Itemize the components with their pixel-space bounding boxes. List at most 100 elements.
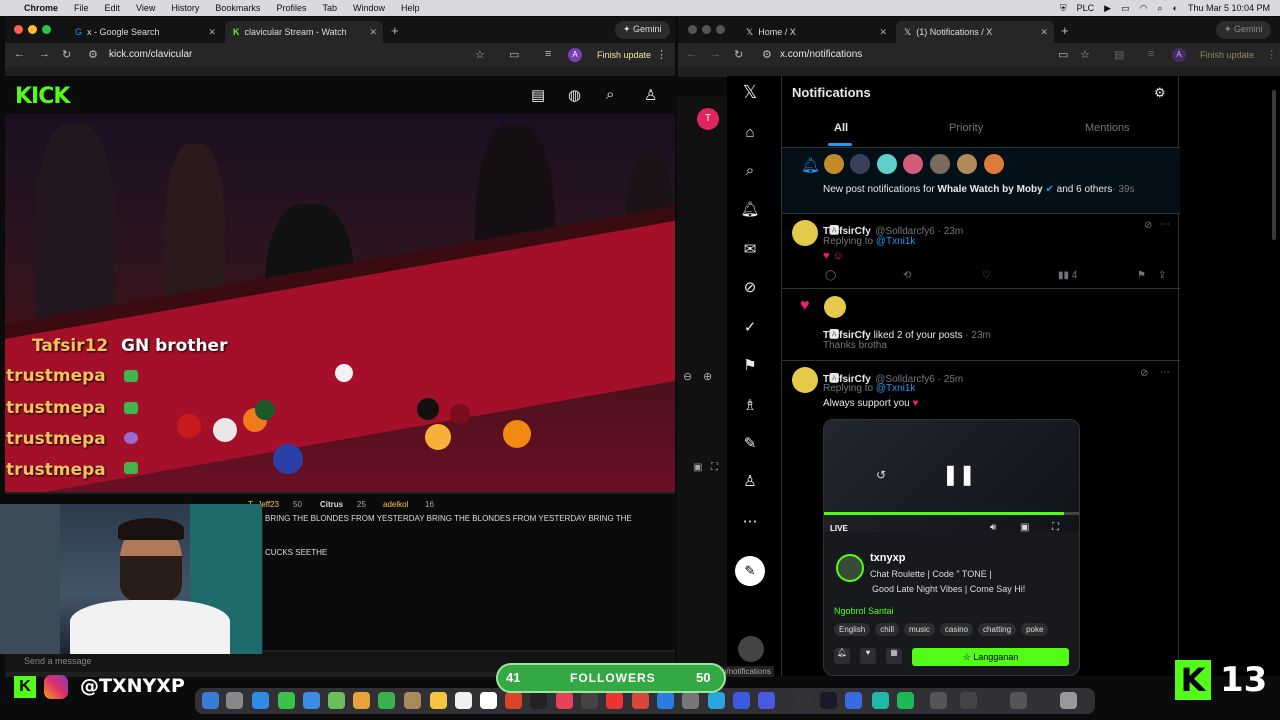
avatar[interactable] bbox=[824, 154, 844, 174]
zoom-in-icon[interactable]: ⊕ bbox=[703, 370, 712, 383]
pip-icon[interactable]: ▣ bbox=[1020, 522, 1029, 533]
views-icon[interactable]: ▮▮ 4 bbox=[1058, 270, 1077, 281]
launchpad-icon[interactable] bbox=[226, 692, 243, 709]
bookmarks-icon[interactable]: ⚑ bbox=[730, 356, 770, 374]
avatar[interactable] bbox=[824, 296, 846, 318]
avatar[interactable]: T bbox=[697, 108, 719, 130]
more-icon[interactable]: ⋮ bbox=[1266, 48, 1277, 61]
tab-notifications-x[interactable]: 𝕏 (1) Notifications / X ✕ bbox=[896, 21, 1054, 43]
tab-all[interactable]: All bbox=[834, 122, 848, 134]
battery-icon[interactable]: ▭ bbox=[1121, 3, 1130, 14]
chrome-icon[interactable] bbox=[796, 692, 813, 709]
bell-icon[interactable]: 🔔︎ bbox=[834, 648, 850, 664]
user-icon[interactable]: ♙ bbox=[644, 86, 657, 104]
app-icon[interactable] bbox=[758, 692, 775, 709]
x-logo-icon[interactable]: 𝕏 bbox=[730, 82, 770, 103]
menu-view[interactable]: View bbox=[136, 3, 155, 13]
close-window-button[interactable] bbox=[14, 25, 23, 34]
profile-avatar[interactable]: A bbox=[1172, 48, 1186, 62]
volume-icon[interactable]: 🔊︎ bbox=[990, 522, 996, 533]
safari-icon[interactable] bbox=[252, 692, 269, 709]
tv-icon[interactable] bbox=[530, 692, 547, 709]
compose-post-button[interactable]: ✎ bbox=[735, 556, 765, 586]
menu-bookmarks[interactable]: Bookmarks bbox=[215, 3, 260, 13]
notes-icon[interactable] bbox=[430, 692, 447, 709]
back-icon[interactable]: ← bbox=[14, 48, 25, 60]
kick-logo[interactable]: KICK bbox=[15, 84, 70, 109]
reply-to-link[interactable]: @Txni1k bbox=[876, 383, 916, 394]
bookmark-star-icon[interactable]: ☆ bbox=[475, 48, 485, 61]
tab-mentions[interactable]: Mentions bbox=[1085, 122, 1130, 134]
messages-icon[interactable] bbox=[278, 692, 295, 709]
bookmark-star-icon[interactable]: ☆ bbox=[1080, 48, 1090, 61]
home-icon[interactable]: ⌂ bbox=[730, 124, 770, 141]
app-icon[interactable] bbox=[733, 692, 750, 709]
clock[interactable]: Thu Mar 5 10:04 PM bbox=[1188, 3, 1270, 13]
tag[interactable]: English bbox=[834, 623, 871, 636]
grok-icon[interactable]: ⊘ bbox=[1140, 368, 1148, 379]
zoom-out-icon[interactable]: ⊖ bbox=[683, 370, 692, 383]
reply-to-link[interactable]: @Txni1k bbox=[876, 236, 916, 247]
menu-history[interactable]: History bbox=[171, 3, 199, 13]
account-avatar[interactable] bbox=[738, 636, 764, 662]
more-icon[interactable]: ⋯ bbox=[1160, 219, 1170, 230]
tag[interactable]: casino bbox=[939, 623, 974, 636]
search-icon[interactable]: ⌕ bbox=[1157, 3, 1162, 14]
bookmark-icon[interactable]: ⚑ bbox=[1137, 270, 1146, 281]
tab-priority[interactable]: Priority bbox=[949, 122, 983, 134]
stream-category[interactable]: Ngobrol Santai bbox=[834, 606, 894, 616]
settings-icon[interactable] bbox=[682, 692, 699, 709]
calendar-icon[interactable] bbox=[480, 692, 497, 709]
tag[interactable]: chatting bbox=[978, 623, 1017, 636]
tab-google-search[interactable]: G x - Google Search ✕ bbox=[67, 21, 222, 43]
notification-reply-media[interactable]: T🅰fsirCfy @Solldarcfy6 · 25m Replying to… bbox=[782, 361, 1180, 676]
tab-home-x[interactable]: 𝕏 Home / X ✕ bbox=[738, 21, 893, 43]
heart-icon[interactable]: ♥ bbox=[860, 648, 876, 664]
photos-icon[interactable] bbox=[353, 692, 370, 709]
grok-icon[interactable]: ⊘ bbox=[1144, 220, 1152, 231]
notification-new-posts[interactable]: 🔔︎ New post notifications for Whale Watc… bbox=[782, 148, 1180, 214]
close-icon[interactable]: ✕ bbox=[879, 27, 887, 38]
notification-reply[interactable]: T🅰fsirCfy @Solldarcfy6 · 23m Replying to… bbox=[782, 214, 1180, 289]
rewind-icon[interactable]: ↺ bbox=[876, 468, 886, 482]
trash-icon[interactable] bbox=[1060, 692, 1077, 709]
reload-icon[interactable]: ↻ bbox=[734, 48, 743, 61]
messages-icon[interactable]: ✉ bbox=[730, 240, 770, 258]
app-icon[interactable] bbox=[872, 692, 889, 709]
pause-icon[interactable]: ❚❚ bbox=[942, 462, 976, 487]
app-icon[interactable] bbox=[845, 692, 862, 709]
fullscreen-icon[interactable]: ⛶ bbox=[711, 462, 718, 473]
notifications-bell-icon[interactable]: 🔔︎ bbox=[730, 200, 770, 218]
gift-icon[interactable]: ▦ bbox=[886, 648, 902, 664]
menu-icon[interactable]: ≡ bbox=[1148, 48, 1154, 60]
avatar[interactable] bbox=[877, 154, 897, 174]
streamer-name[interactable]: txnyxp bbox=[870, 552, 905, 564]
reply-icon[interactable]: ◯ bbox=[825, 270, 836, 281]
tag[interactable]: music bbox=[904, 623, 935, 636]
minimize-window-button[interactable] bbox=[702, 25, 711, 34]
jobs-icon[interactable]: ♗ bbox=[730, 396, 770, 414]
shield-icon[interactable]: ⛨ bbox=[1060, 3, 1067, 14]
facetime-icon[interactable] bbox=[378, 692, 395, 709]
cast-icon[interactable]: ▭ bbox=[509, 48, 519, 61]
music-app-icon[interactable] bbox=[556, 692, 573, 709]
browse-icon[interactable]: ▤ bbox=[531, 86, 545, 104]
notification-like[interactable]: ♥ T🅰fsirCfy liked 2 of your posts · 23m … bbox=[782, 289, 1180, 361]
cast-icon[interactable]: ▭ bbox=[1058, 48, 1068, 61]
url-field[interactable]: kick.com/clavicular bbox=[109, 49, 192, 60]
window-thumbnail[interactable] bbox=[960, 692, 977, 709]
reminders-icon[interactable] bbox=[455, 692, 472, 709]
plc-label[interactable]: PLC bbox=[1077, 3, 1095, 13]
tag[interactable]: chill bbox=[875, 623, 900, 636]
avatar[interactable] bbox=[984, 154, 1004, 174]
more-icon[interactable]: ⋯ bbox=[1160, 367, 1170, 378]
lists-icon[interactable]: ✎ bbox=[730, 434, 770, 452]
extensions-icon[interactable]: ▤ bbox=[1114, 48, 1124, 61]
url-field[interactable]: x.com/notifications bbox=[780, 49, 862, 60]
reload-icon[interactable]: ↻ bbox=[62, 48, 71, 61]
subscribe-button[interactable]: ☆ Langganan bbox=[912, 648, 1069, 666]
avatar[interactable] bbox=[903, 154, 923, 174]
gifter-name[interactable]: adelkol bbox=[383, 500, 408, 509]
pip-icon[interactable]: ▣ bbox=[693, 462, 702, 473]
globe-icon[interactable]: ◍ bbox=[568, 86, 581, 104]
